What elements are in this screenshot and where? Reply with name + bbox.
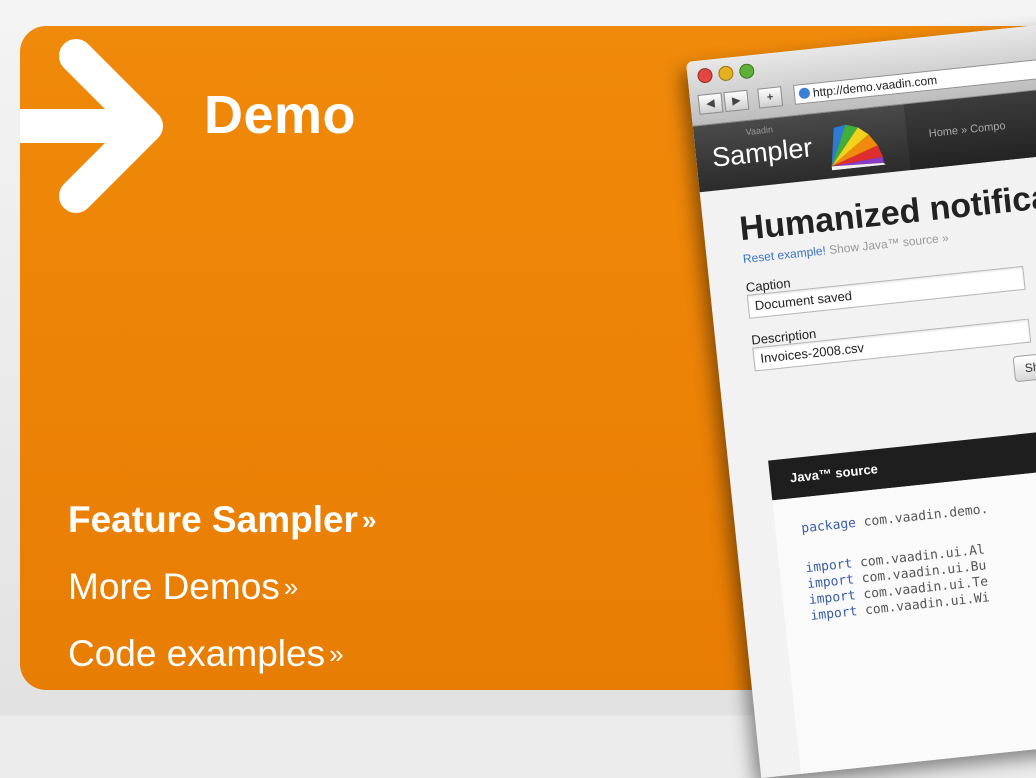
java-source-panel: Java™ source package com.vaadin.demo. im… [768, 416, 1036, 778]
forward-icon: ▶ [723, 89, 750, 113]
feature-sampler-link[interactable]: Feature Sampler» [68, 488, 376, 555]
add-bookmark-icon: + [757, 86, 784, 109]
card-title: Demo [204, 85, 357, 145]
globe-icon [798, 87, 811, 100]
color-fan-icon [831, 124, 886, 171]
more-demos-label: More Demos [68, 566, 280, 607]
raquo-icon: » [329, 639, 344, 669]
code-examples-link[interactable]: Code examples» [68, 622, 376, 689]
browser-nav-buttons: ◀ ▶ + [697, 86, 786, 115]
zoom-window-icon [738, 62, 756, 80]
more-demos-link[interactable]: More Demos» [68, 555, 376, 622]
back-icon: ◀ [697, 92, 724, 115]
java-source-code: package com.vaadin.demo. import com.vaad… [772, 456, 1036, 778]
feature-sampler-label: Feature Sampler [68, 499, 358, 540]
close-window-icon [696, 67, 714, 84]
raquo-icon: » [283, 572, 299, 602]
page-frame: Demo Feature Sampler» More Demos» Code e… [0, 0, 1036, 778]
vaadin-logo-small: Vaadin [745, 124, 774, 138]
code-examples-label: Code examples [68, 633, 326, 674]
arrow-right-icon [20, 39, 163, 213]
demo-links: Feature Sampler» More Demos» Code exampl… [68, 488, 376, 689]
url-text: http://demo.vaadin.com [812, 72, 938, 100]
raquo-icon: » [361, 505, 377, 535]
window-controls [696, 62, 762, 88]
sampler-logo: Sampler [710, 132, 814, 173]
minimize-window-icon [717, 65, 735, 82]
show-button: Sho [1012, 348, 1036, 383]
